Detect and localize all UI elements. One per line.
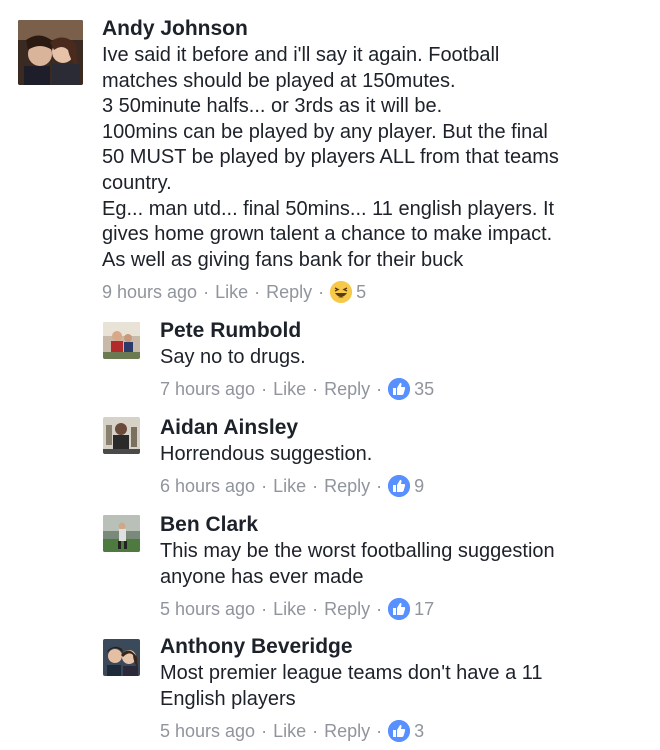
like-link[interactable]: Like	[273, 379, 306, 400]
separator: ·	[312, 378, 319, 399]
separator: ·	[203, 281, 210, 302]
comment-line: This may be the worst footballing sugges…	[160, 540, 555, 562]
commenter-name[interactable]: Pete Rumbold	[160, 319, 301, 343]
separator: ·	[261, 720, 268, 741]
comment-text: Ive said it before and i'll say it again…	[102, 43, 559, 273]
timestamp[interactable]: 5 hours ago	[160, 721, 255, 742]
separator: ·	[312, 720, 319, 741]
comment-line: matches should be played at 150mutes.	[102, 69, 456, 92]
commenter-name[interactable]: Anthony Beveridge	[160, 635, 353, 659]
avatar[interactable]	[103, 417, 140, 454]
haha-icon[interactable]	[330, 281, 353, 303]
reply-anthony-beveridge: Anthony Beveridge Most premier league te…	[0, 628, 660, 750]
commenter-name[interactable]: Andy Johnson	[102, 17, 248, 41]
comment-line: Say no to drugs.	[160, 346, 306, 368]
separator: ·	[376, 720, 383, 741]
comment-line: As well as giving fans bank for their bu…	[102, 248, 464, 271]
comment-text: Horrendous suggestion.	[160, 442, 372, 468]
like-link[interactable]: Like	[273, 476, 306, 497]
reaction-count[interactable]: 5	[356, 282, 366, 303]
reply-link[interactable]: Reply	[324, 379, 370, 400]
comment-line: gives home grown talent a chance to make…	[102, 223, 553, 246]
like-link[interactable]: Like	[215, 282, 248, 303]
reaction-count[interactable]: 17	[414, 599, 434, 620]
separator: ·	[261, 378, 268, 399]
comment-line: Eg... man utd... final 50mins... 11 engl…	[102, 197, 555, 220]
reply-link[interactable]: Reply	[324, 599, 370, 620]
timestamp[interactable]: 7 hours ago	[160, 379, 255, 400]
separator: ·	[254, 281, 261, 302]
comment-text: This may be the worst footballing sugges…	[160, 539, 555, 590]
comment-andy-johnson: Andy Johnson Ive said it before and i'll…	[0, 0, 660, 312]
comment-line: 50 MUST be played by players ALL from th…	[102, 146, 559, 169]
separator: ·	[318, 281, 325, 302]
comment-line: anyone has ever made	[160, 565, 364, 588]
separator: ·	[312, 598, 319, 619]
comment-meta: 5 hours ago · Like · Reply · 3	[160, 720, 424, 742]
reply-aidan-ainsley: Aidan Ainsley Horrendous suggestion. 6 h…	[0, 409, 660, 506]
like-icon[interactable]	[388, 598, 411, 620]
avatar[interactable]	[18, 20, 83, 85]
comment-line: 100mins can be played by any player. But…	[102, 120, 548, 143]
comment-line: 3 50minute halfs... or 3rds as it will b…	[102, 95, 443, 118]
like-link[interactable]: Like	[273, 721, 306, 742]
reaction-count[interactable]: 35	[414, 379, 434, 400]
avatar[interactable]	[103, 639, 140, 676]
separator: ·	[376, 378, 383, 399]
comment-meta: 9 hours ago · Like · Reply · 5	[102, 281, 366, 303]
timestamp[interactable]: 6 hours ago	[160, 476, 255, 497]
reaction-count[interactable]: 3	[414, 721, 424, 742]
comment-line: country.	[102, 171, 172, 194]
separator: ·	[376, 475, 383, 496]
avatar[interactable]	[103, 515, 140, 552]
comment-line: Ive said it before and i'll say it again…	[102, 44, 500, 66]
reply-pete-rumbold: Pete Rumbold Say no to drugs. 7 hours ag…	[0, 312, 660, 409]
comment-line: English players	[160, 687, 296, 710]
comment-meta: 7 hours ago · Like · Reply · 35	[160, 378, 434, 400]
like-icon[interactable]	[388, 475, 411, 497]
separator: ·	[312, 475, 319, 496]
like-icon[interactable]	[388, 378, 411, 400]
reaction-count[interactable]: 9	[414, 476, 424, 497]
commenter-name[interactable]: Aidan Ainsley	[160, 416, 298, 440]
commenter-name[interactable]: Ben Clark	[160, 513, 258, 537]
timestamp[interactable]: 9 hours ago	[102, 282, 197, 303]
reply-link[interactable]: Reply	[324, 476, 370, 497]
separator: ·	[261, 475, 268, 496]
reply-link[interactable]: Reply	[324, 721, 370, 742]
separator: ·	[376, 598, 383, 619]
avatar[interactable]	[103, 322, 140, 359]
comment-meta: 5 hours ago · Like · Reply · 17	[160, 598, 434, 620]
comment-line: Horrendous suggestion.	[160, 443, 373, 465]
comment-text: Say no to drugs.	[160, 345, 306, 371]
comment-line: Most premier league teams don't have a 1…	[160, 662, 543, 684]
reply-link[interactable]: Reply	[266, 282, 312, 303]
timestamp[interactable]: 5 hours ago	[160, 599, 255, 620]
comment-text: Most premier league teams don't have a 1…	[160, 661, 543, 712]
separator: ·	[261, 598, 268, 619]
like-link[interactable]: Like	[273, 599, 306, 620]
like-icon[interactable]	[388, 720, 411, 742]
comment-meta: 6 hours ago · Like · Reply · 9	[160, 475, 424, 497]
reply-ben-clark: Ben Clark This may be the worst football…	[0, 506, 660, 628]
